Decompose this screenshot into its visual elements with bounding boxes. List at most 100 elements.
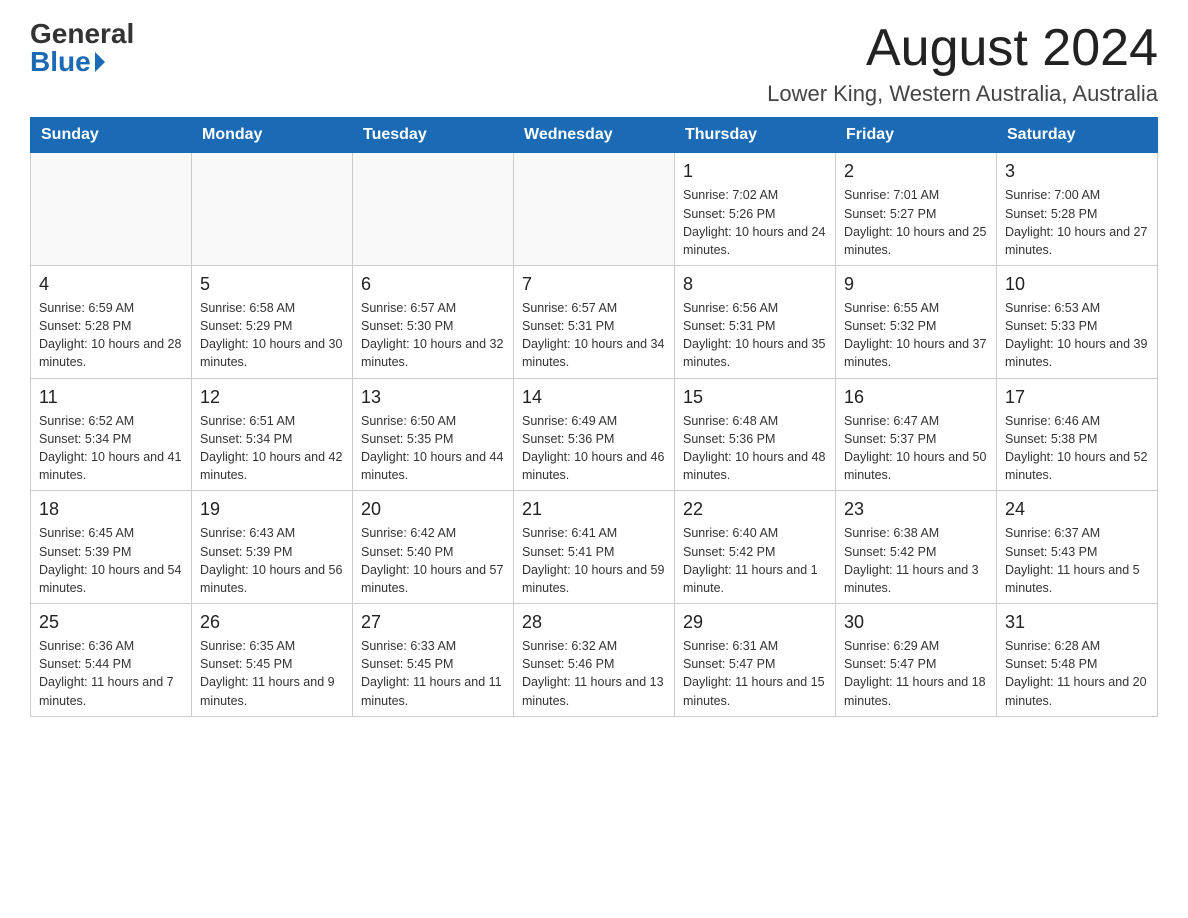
calendar-cell [514,153,675,266]
day-number: 9 [844,272,988,297]
calendar-cell: 28Sunrise: 6:32 AM Sunset: 5:46 PM Dayli… [514,603,675,716]
calendar-cell: 12Sunrise: 6:51 AM Sunset: 5:34 PM Dayli… [192,378,353,491]
day-number: 6 [361,272,505,297]
day-number: 8 [683,272,827,297]
day-info: Sunrise: 6:36 AM Sunset: 5:44 PM Dayligh… [39,637,183,710]
day-info: Sunrise: 6:45 AM Sunset: 5:39 PM Dayligh… [39,524,183,597]
calendar-cell: 9Sunrise: 6:55 AM Sunset: 5:32 PM Daylig… [836,265,997,378]
calendar-week-row: 18Sunrise: 6:45 AM Sunset: 5:39 PM Dayli… [31,491,1158,604]
calendar-cell: 5Sunrise: 6:58 AM Sunset: 5:29 PM Daylig… [192,265,353,378]
calendar-cell: 6Sunrise: 6:57 AM Sunset: 5:30 PM Daylig… [353,265,514,378]
day-number: 23 [844,497,988,522]
day-info: Sunrise: 6:57 AM Sunset: 5:30 PM Dayligh… [361,299,505,372]
calendar-header-row: SundayMondayTuesdayWednesdayThursdayFrid… [31,118,1158,153]
day-number: 25 [39,610,183,635]
calendar-cell [353,153,514,266]
day-of-week-header: Wednesday [514,118,675,153]
day-info: Sunrise: 6:47 AM Sunset: 5:37 PM Dayligh… [844,412,988,485]
calendar-cell: 7Sunrise: 6:57 AM Sunset: 5:31 PM Daylig… [514,265,675,378]
day-of-week-header: Sunday [31,118,192,153]
day-info: Sunrise: 6:50 AM Sunset: 5:35 PM Dayligh… [361,412,505,485]
day-number: 20 [361,497,505,522]
calendar-week-row: 25Sunrise: 6:36 AM Sunset: 5:44 PM Dayli… [31,603,1158,716]
day-info: Sunrise: 6:33 AM Sunset: 5:45 PM Dayligh… [361,637,505,710]
logo-triangle-icon [95,52,105,72]
day-number: 22 [683,497,827,522]
calendar-cell: 24Sunrise: 6:37 AM Sunset: 5:43 PM Dayli… [997,491,1158,604]
calendar-cell: 29Sunrise: 6:31 AM Sunset: 5:47 PM Dayli… [675,603,836,716]
calendar-cell: 18Sunrise: 6:45 AM Sunset: 5:39 PM Dayli… [31,491,192,604]
calendar-cell [31,153,192,266]
calendar-cell: 19Sunrise: 6:43 AM Sunset: 5:39 PM Dayli… [192,491,353,604]
day-info: Sunrise: 6:59 AM Sunset: 5:28 PM Dayligh… [39,299,183,372]
calendar-cell: 22Sunrise: 6:40 AM Sunset: 5:42 PM Dayli… [675,491,836,604]
day-info: Sunrise: 6:51 AM Sunset: 5:34 PM Dayligh… [200,412,344,485]
calendar-cell: 26Sunrise: 6:35 AM Sunset: 5:45 PM Dayli… [192,603,353,716]
day-info: Sunrise: 7:00 AM Sunset: 5:28 PM Dayligh… [1005,186,1149,259]
day-number: 15 [683,385,827,410]
day-info: Sunrise: 6:32 AM Sunset: 5:46 PM Dayligh… [522,637,666,710]
calendar-cell: 27Sunrise: 6:33 AM Sunset: 5:45 PM Dayli… [353,603,514,716]
day-info: Sunrise: 6:43 AM Sunset: 5:39 PM Dayligh… [200,524,344,597]
day-number: 19 [200,497,344,522]
day-number: 26 [200,610,344,635]
day-number: 30 [844,610,988,635]
day-number: 16 [844,385,988,410]
day-info: Sunrise: 6:42 AM Sunset: 5:40 PM Dayligh… [361,524,505,597]
day-info: Sunrise: 6:57 AM Sunset: 5:31 PM Dayligh… [522,299,666,372]
calendar-table: SundayMondayTuesdayWednesdayThursdayFrid… [30,117,1158,716]
calendar-cell [192,153,353,266]
calendar-cell: 25Sunrise: 6:36 AM Sunset: 5:44 PM Dayli… [31,603,192,716]
day-number: 10 [1005,272,1149,297]
logo-general-text: General [30,20,134,48]
calendar-cell: 31Sunrise: 6:28 AM Sunset: 5:48 PM Dayli… [997,603,1158,716]
day-info: Sunrise: 6:58 AM Sunset: 5:29 PM Dayligh… [200,299,344,372]
calendar-cell: 15Sunrise: 6:48 AM Sunset: 5:36 PM Dayli… [675,378,836,491]
calendar-week-row: 1Sunrise: 7:02 AM Sunset: 5:26 PM Daylig… [31,153,1158,266]
day-info: Sunrise: 6:53 AM Sunset: 5:33 PM Dayligh… [1005,299,1149,372]
day-info: Sunrise: 6:35 AM Sunset: 5:45 PM Dayligh… [200,637,344,710]
month-title: August 2024 [767,20,1158,77]
day-info: Sunrise: 6:31 AM Sunset: 5:47 PM Dayligh… [683,637,827,710]
day-info: Sunrise: 6:56 AM Sunset: 5:31 PM Dayligh… [683,299,827,372]
logo-blue-text: Blue [30,48,91,76]
day-number: 5 [200,272,344,297]
day-info: Sunrise: 6:41 AM Sunset: 5:41 PM Dayligh… [522,524,666,597]
day-info: Sunrise: 7:01 AM Sunset: 5:27 PM Dayligh… [844,186,988,259]
day-number: 31 [1005,610,1149,635]
calendar-cell: 23Sunrise: 6:38 AM Sunset: 5:42 PM Dayli… [836,491,997,604]
day-number: 21 [522,497,666,522]
calendar-week-row: 11Sunrise: 6:52 AM Sunset: 5:34 PM Dayli… [31,378,1158,491]
calendar-cell: 17Sunrise: 6:46 AM Sunset: 5:38 PM Dayli… [997,378,1158,491]
day-number: 11 [39,385,183,410]
header: General Blue August 2024 Lower King, Wes… [30,20,1158,107]
calendar-cell: 4Sunrise: 6:59 AM Sunset: 5:28 PM Daylig… [31,265,192,378]
day-of-week-header: Thursday [675,118,836,153]
location-title: Lower King, Western Australia, Australia [767,81,1158,107]
day-of-week-header: Tuesday [353,118,514,153]
day-info: Sunrise: 6:48 AM Sunset: 5:36 PM Dayligh… [683,412,827,485]
calendar-cell: 30Sunrise: 6:29 AM Sunset: 5:47 PM Dayli… [836,603,997,716]
day-number: 18 [39,497,183,522]
day-number: 3 [1005,159,1149,184]
day-number: 7 [522,272,666,297]
calendar-cell: 14Sunrise: 6:49 AM Sunset: 5:36 PM Dayli… [514,378,675,491]
day-number: 29 [683,610,827,635]
calendar-cell: 10Sunrise: 6:53 AM Sunset: 5:33 PM Dayli… [997,265,1158,378]
calendar-cell: 2Sunrise: 7:01 AM Sunset: 5:27 PM Daylig… [836,153,997,266]
day-number: 24 [1005,497,1149,522]
day-number: 14 [522,385,666,410]
calendar-cell: 16Sunrise: 6:47 AM Sunset: 5:37 PM Dayli… [836,378,997,491]
day-info: Sunrise: 6:40 AM Sunset: 5:42 PM Dayligh… [683,524,827,597]
day-of-week-header: Saturday [997,118,1158,153]
day-number: 1 [683,159,827,184]
day-info: Sunrise: 6:49 AM Sunset: 5:36 PM Dayligh… [522,412,666,485]
day-number: 17 [1005,385,1149,410]
day-number: 27 [361,610,505,635]
title-area: August 2024 Lower King, Western Australi… [767,20,1158,107]
calendar-cell: 11Sunrise: 6:52 AM Sunset: 5:34 PM Dayli… [31,378,192,491]
calendar-cell: 3Sunrise: 7:00 AM Sunset: 5:28 PM Daylig… [997,153,1158,266]
day-number: 28 [522,610,666,635]
day-number: 4 [39,272,183,297]
day-info: Sunrise: 6:55 AM Sunset: 5:32 PM Dayligh… [844,299,988,372]
